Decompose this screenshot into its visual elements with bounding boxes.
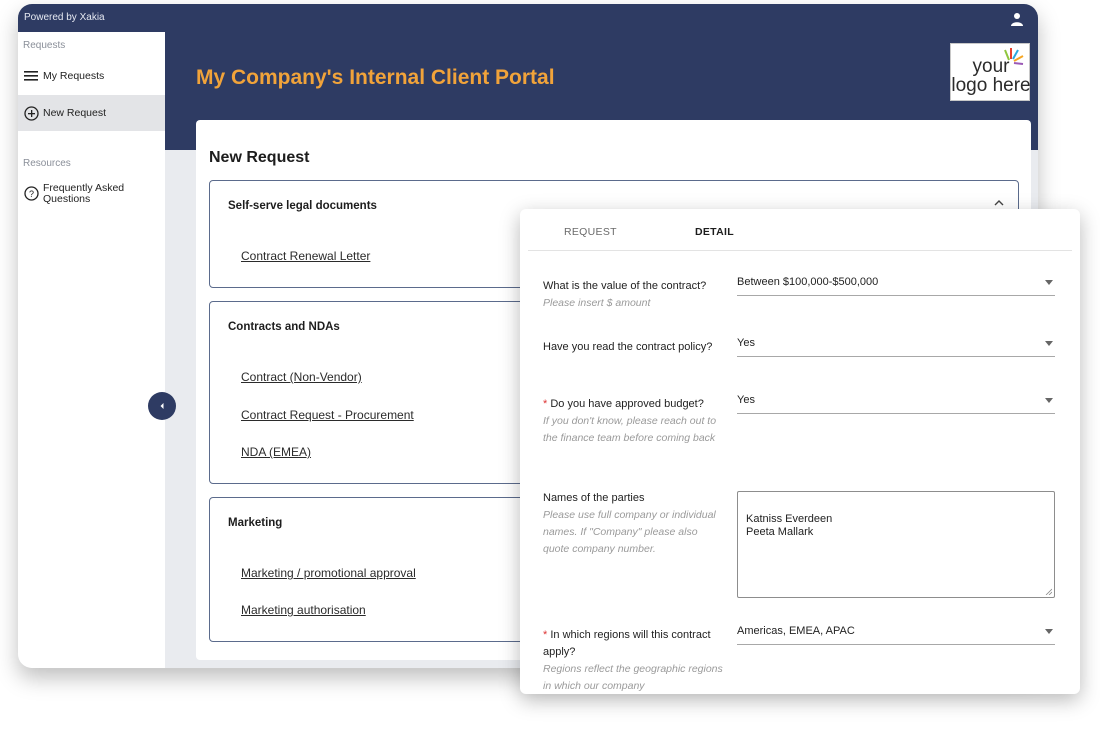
list-icon [23, 68, 39, 84]
chevron-left-icon [160, 403, 164, 409]
select-value: Yes [737, 394, 755, 406]
sidebar-collapse-button[interactable] [148, 392, 176, 420]
doc-link-contract-renewal-letter[interactable]: Contract Renewal Letter [241, 249, 370, 263]
required-asterisk: * [543, 629, 548, 641]
caret-down-icon [1045, 280, 1053, 285]
question-text: In which regions will this contract appl… [543, 629, 711, 658]
select-value: Between $100,000-$500,000 [737, 276, 879, 288]
group-title: Self-serve legal documents [228, 200, 377, 212]
group-title: Contracts and NDAs [228, 321, 340, 333]
svg-text:?: ? [28, 189, 33, 199]
top-bar: Powered by Xakia [18, 4, 1038, 32]
sidebar-item-new-request[interactable]: New Request [18, 95, 165, 131]
group-title: Marketing [228, 517, 283, 529]
page-title: My Company's Internal Client Portal [196, 66, 555, 89]
sidebar-item-faq[interactable]: ? Frequently Asked Questions [18, 183, 165, 211]
faq-label-line2: Questions [43, 193, 91, 205]
plus-circle-icon [23, 105, 39, 121]
party-names-textarea[interactable]: Katniss Everdeen Peeta Mallark [737, 491, 1055, 598]
regions-select[interactable]: Americas, EMEA, APAC [737, 625, 1055, 645]
question-help-contract-value: Please insert $ amount [543, 297, 651, 309]
doc-link-marketing-promotional-approval[interactable]: Marketing / promotional approval [241, 566, 416, 580]
sidebar-section-requests: Requests [23, 40, 66, 51]
sidebar: Requests My Requests New Request Resourc… [18, 32, 165, 668]
company-logo: your logo here [950, 43, 1031, 101]
section-title: New Request [209, 149, 310, 166]
tab-detail[interactable]: DETAIL [695, 226, 734, 238]
powered-by-label: Powered by Xakia [24, 12, 105, 23]
required-asterisk: * [543, 398, 548, 410]
sidebar-item-my-requests[interactable]: My Requests [18, 58, 165, 94]
logo-line2: logo here [951, 75, 1031, 96]
contract-policy-select[interactable]: Yes [737, 337, 1055, 357]
sidebar-section-resources: Resources [23, 158, 71, 169]
user-icon[interactable] [1010, 12, 1024, 26]
doc-link-nda-emea[interactable]: NDA (EMEA) [241, 445, 311, 459]
sidebar-item-label: My Requests [43, 70, 105, 82]
question-help-party-names: Please use full company or individual na… [543, 509, 716, 555]
select-value: Yes [737, 337, 755, 349]
textarea-value: Katniss Everdeen Peeta Mallark [746, 513, 833, 538]
select-value: Americas, EMEA, APAC [737, 625, 855, 637]
panel-tabs: REQUEST DETAIL [528, 209, 1072, 251]
caret-down-icon [1045, 629, 1053, 634]
question-circle-icon: ? [23, 185, 39, 201]
question-label-contract-value: What is the value of the contract? [543, 280, 707, 292]
chevron-up-icon[interactable] [994, 198, 1004, 208]
caret-down-icon [1045, 398, 1053, 403]
logo-line1: your [972, 56, 1010, 77]
sidebar-item-label: New Request [43, 107, 107, 119]
doc-link-marketing-authorisation[interactable]: Marketing authorisation [241, 603, 366, 617]
resize-handle-icon[interactable] [1045, 588, 1052, 595]
contract-value-select[interactable]: Between $100,000-$500,000 [737, 276, 1055, 296]
question-help-approved-budget: If you don't know, please reach out to t… [543, 415, 717, 444]
approved-budget-select[interactable]: Yes [737, 394, 1055, 414]
question-help-regions: Regions reflect the geographic regions i… [543, 663, 723, 692]
tab-request[interactable]: REQUEST [564, 226, 617, 238]
doc-link-contract-request-procurement[interactable]: Contract Request - Procurement [241, 408, 414, 422]
request-detail-panel: REQUEST DETAIL What is the value of the … [520, 209, 1080, 694]
question-text: Do you have approved budget? [550, 398, 704, 410]
question-label-regions: * In which regions will this contract ap… [543, 627, 723, 661]
doc-link-contract-non-vendor[interactable]: Contract (Non-Vendor) [241, 370, 362, 384]
question-label-approved-budget: * Do you have approved budget? [543, 396, 723, 413]
question-label-contract-policy: Have you read the contract policy? [543, 341, 713, 353]
question-label-party-names: Names of the parties [543, 492, 645, 504]
logo-text: your logo here [951, 44, 1031, 95]
caret-down-icon [1045, 341, 1053, 346]
